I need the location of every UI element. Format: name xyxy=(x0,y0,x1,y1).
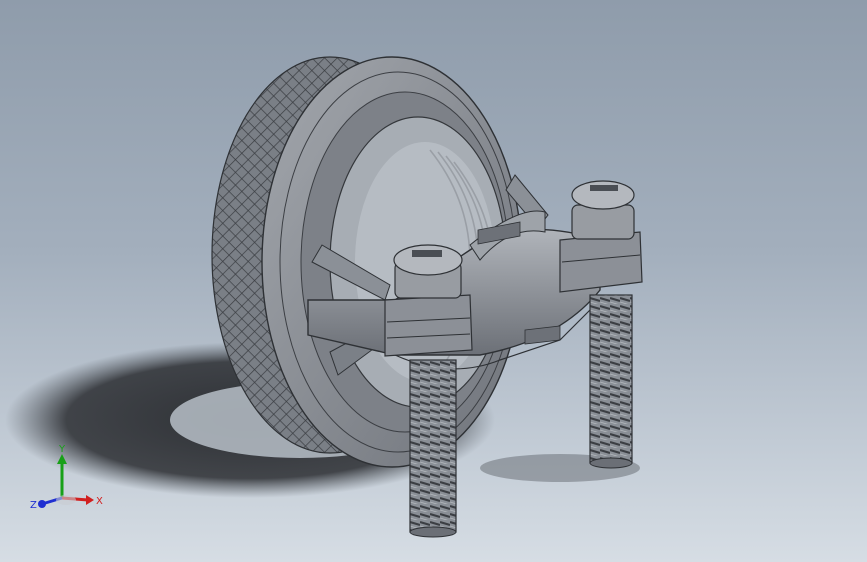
3d-model-view[interactable] xyxy=(0,0,867,562)
z-axis-head xyxy=(38,500,46,508)
x-axis-label: X xyxy=(96,496,103,507)
z-axis-label: Z xyxy=(30,500,37,511)
y-axis-label: Y xyxy=(58,444,66,455)
rear-bolt xyxy=(559,180,643,469)
coordinate-triad: Y X Z xyxy=(30,444,103,511)
y-axis-arrow xyxy=(57,454,67,464)
x-axis-arrow xyxy=(86,495,94,505)
graphics-viewport[interactable]: Y X Z xyxy=(0,0,867,562)
